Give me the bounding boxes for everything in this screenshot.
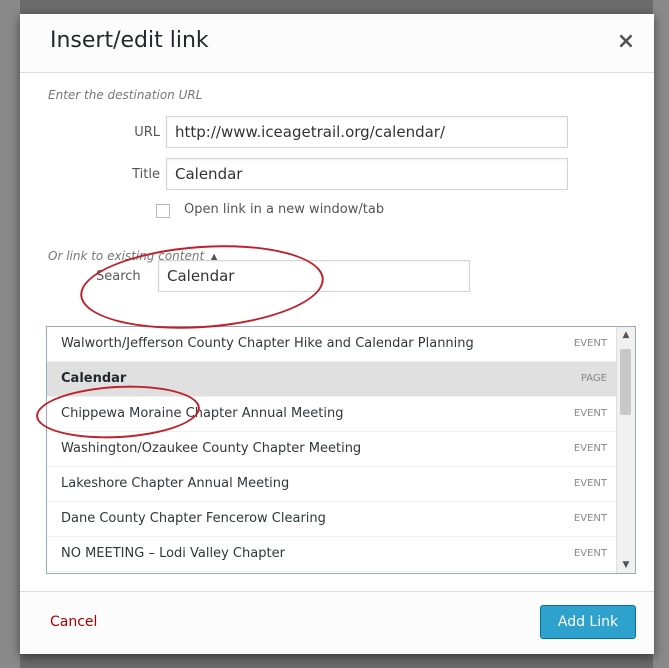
background-strip-right <box>653 0 669 668</box>
background-strip-left <box>0 0 20 668</box>
result-item[interactable]: Lakeshore Chapter Annual Meeting EVENT <box>47 467 617 502</box>
result-title: Dane County Chapter Fencerow Clearing <box>61 511 326 526</box>
result-item[interactable]: NO MEETING – Lodi Valley Chapter EVENT <box>47 537 617 572</box>
result-title: Lakeshore Chapter Annual Meeting <box>61 476 290 491</box>
url-label: URL <box>134 125 160 140</box>
url-row: URL <box>20 116 654 150</box>
result-list: Walworth/Jefferson County Chapter Hike a… <box>47 327 617 572</box>
result-title: Walworth/Jefferson County Chapter Hike a… <box>61 336 474 351</box>
result-type: EVENT <box>573 408 607 419</box>
result-type: EVENT <box>573 478 607 489</box>
result-item[interactable]: Chippewa Moraine Chapter Annual Meeting E… <box>47 397 617 432</box>
result-type: EVENT <box>573 513 607 524</box>
scroll-up-icon[interactable]: ▲ <box>617 327 635 343</box>
result-item[interactable]: Washington/Ozaukee County Chapter Meetin… <box>47 432 617 467</box>
search-input[interactable] <box>158 260 470 292</box>
result-title: Chippewa Moraine Chapter Annual Meeting <box>61 406 344 421</box>
add-link-button[interactable]: Add Link <box>540 605 636 639</box>
dialog-header: Insert/edit link × <box>20 14 654 73</box>
scroll-thumb[interactable] <box>620 349 631 415</box>
search-label: Search <box>96 269 141 284</box>
result-item[interactable]: Walworth/Jefferson County Chapter Hike a… <box>47 327 617 362</box>
result-item[interactable]: Dane County Chapter Fencerow Clearing EVE… <box>47 502 617 537</box>
title-row: Title <box>20 158 654 192</box>
dialog-footer: Cancel Add Link <box>20 591 654 654</box>
results-scrollbar[interactable]: ▲ ▼ <box>616 327 635 573</box>
url-input[interactable] <box>166 116 568 148</box>
search-results: Walworth/Jefferson County Chapter Hike a… <box>46 326 636 574</box>
result-title: Calendar <box>61 371 127 386</box>
dialog-title: Insert/edit link <box>50 28 209 53</box>
result-type: PAGE <box>580 373 607 384</box>
new-tab-checkbox[interactable] <box>156 204 170 218</box>
new-tab-label[interactable]: Open link in a new window/tab <box>184 202 384 217</box>
result-type: EVENT <box>573 548 607 559</box>
result-item[interactable]: Calendar PAGE <box>47 362 617 397</box>
insert-link-dialog: Insert/edit link × Enter the destination… <box>20 14 654 654</box>
title-label: Title <box>132 167 160 182</box>
result-type: EVENT <box>573 338 607 349</box>
result-title: NO MEETING – Lodi Valley Chapter <box>61 546 285 561</box>
scroll-down-icon[interactable]: ▼ <box>617 557 635 573</box>
close-icon[interactable]: × <box>612 28 640 56</box>
search-row: Search <box>20 260 654 294</box>
cancel-link[interactable]: Cancel <box>50 614 97 630</box>
result-type: EVENT <box>573 443 607 454</box>
result-title: Washington/Ozaukee County Chapter Meetin… <box>61 441 362 456</box>
url-instructions: Enter the destination URL <box>48 88 203 102</box>
title-input[interactable] <box>166 158 568 190</box>
